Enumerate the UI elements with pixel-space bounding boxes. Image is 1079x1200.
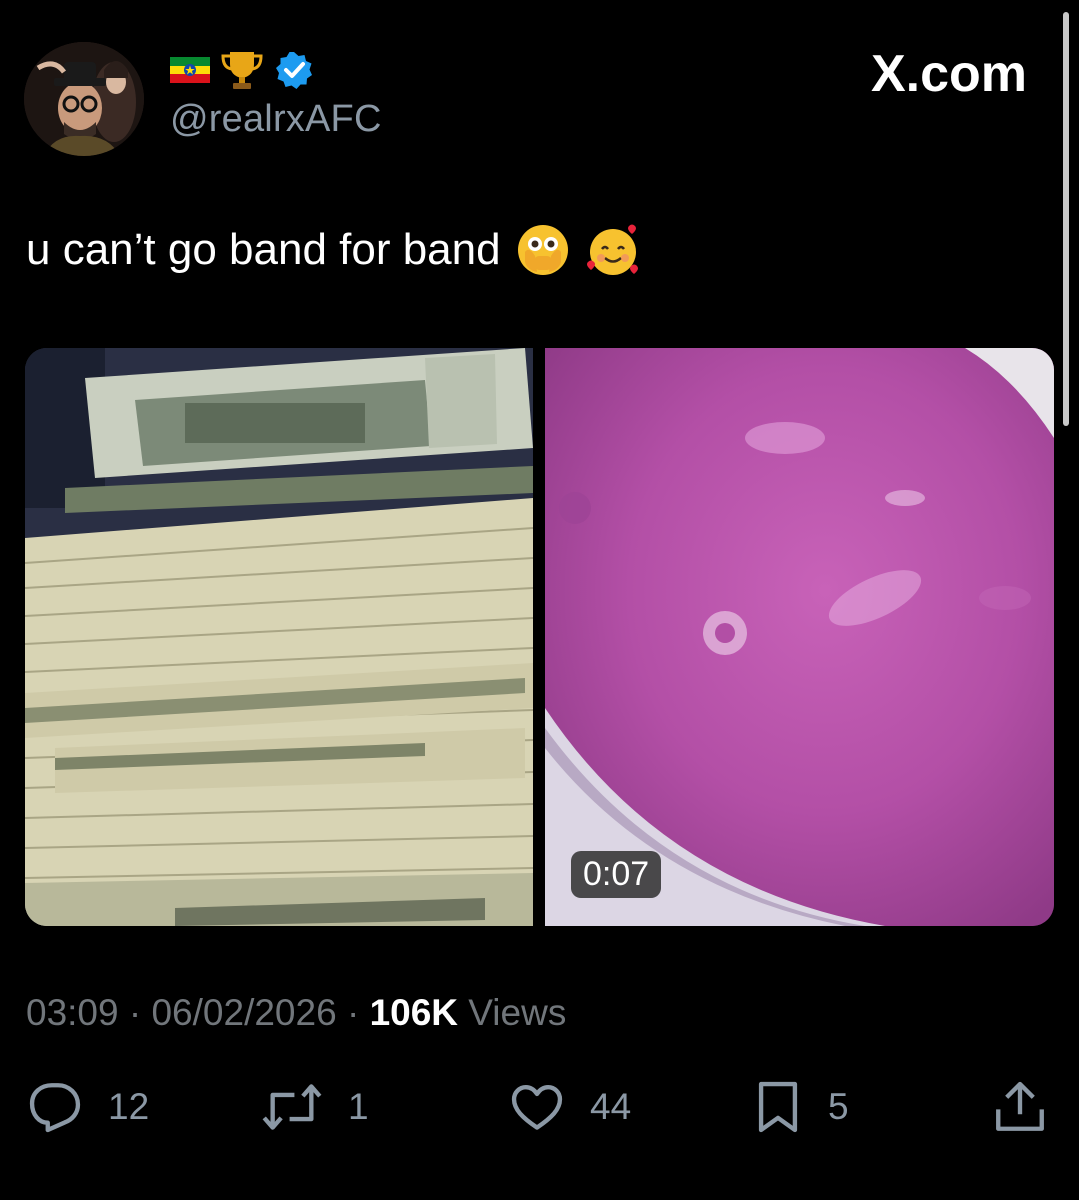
repost-icon — [262, 1084, 322, 1130]
views-label: Views — [468, 992, 567, 1033]
reply-count: 12 — [108, 1086, 150, 1127]
like-count: 44 — [590, 1086, 632, 1127]
meta-separator: · — [346, 992, 360, 1033]
smiling-face-with-hearts-icon — [586, 224, 638, 275]
site-label: X.com — [870, 45, 1027, 103]
media-video-purple-drink[interactable]: 0:07 — [545, 348, 1054, 926]
face-with-open-eyes-and-hand-over-mouth-icon — [517, 225, 568, 275]
tweet-date[interactable]: 06/02/2026 — [151, 992, 336, 1033]
trophy-icon — [221, 52, 263, 89]
cash-stack-image — [25, 348, 533, 926]
media-grid: 0:07 — [25, 348, 1054, 926]
display-name-badges — [170, 48, 314, 92]
heart-icon — [511, 1085, 563, 1130]
repost-button[interactable]: 1 — [260, 1078, 369, 1136]
video-duration-badge: 0:07 — [571, 851, 662, 898]
avatar-image — [24, 42, 144, 156]
bookmark-count: 5 — [828, 1086, 849, 1127]
tweet-screenshot: @realrxAFC X.com u can’t go band for ban… — [0, 0, 1079, 1200]
like-button[interactable]: 44 — [508, 1078, 631, 1136]
ethiopia-flag-icon — [170, 57, 210, 83]
tweet-body: u can’t go band for band — [26, 225, 501, 274]
action-bar: 12 1 44 5 — [0, 1078, 1079, 1144]
share-button[interactable] — [992, 1078, 1048, 1136]
verified-badge-icon — [276, 52, 312, 89]
bookmark-button[interactable]: 5 — [752, 1078, 849, 1136]
site-logo: X.com — [871, 44, 1027, 104]
user-handle[interactable]: @realrxAFC — [170, 98, 382, 141]
scrollbar[interactable] — [1063, 12, 1069, 426]
reply-button[interactable]: 12 — [26, 1078, 149, 1136]
bookmark-icon — [758, 1081, 798, 1133]
avatar[interactable] — [24, 42, 144, 156]
tweet-time[interactable]: 03:09 — [26, 992, 119, 1033]
tweet-text: u can’t go band for band — [26, 222, 641, 278]
repost-count: 1 — [348, 1086, 369, 1127]
meta-separator: · — [128, 992, 142, 1033]
share-icon — [996, 1081, 1044, 1131]
purple-drink-image — [545, 348, 1054, 926]
media-photo-cash[interactable] — [25, 348, 533, 926]
reply-icon — [29, 1083, 81, 1133]
tweet-meta: 03:09 · 06/02/2026 · 106K Views — [26, 992, 566, 1034]
views-count: 106K — [369, 992, 459, 1033]
